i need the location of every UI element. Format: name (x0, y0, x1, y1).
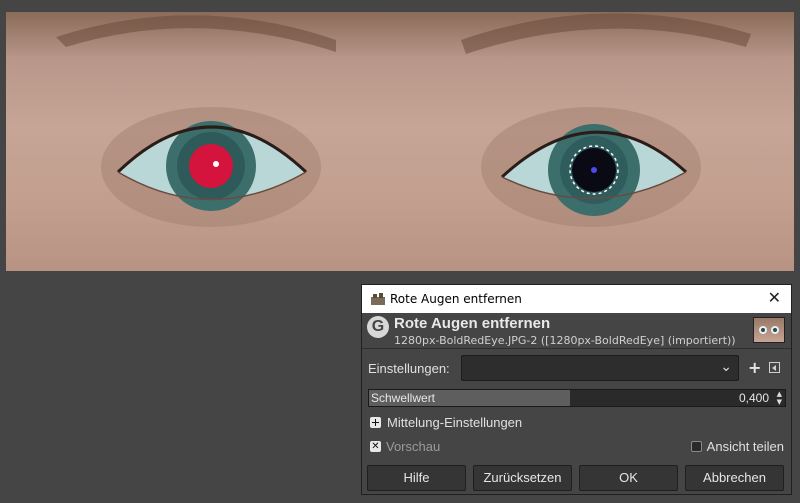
filter-title: Rote Augen entfernen (394, 315, 551, 332)
preset-menu-icon[interactable] (769, 362, 780, 373)
threshold-value: 0,400 (738, 391, 769, 405)
averaging-expander[interactable]: Mittelung-Einstellungen (370, 415, 522, 430)
plus-icon[interactable]: + (748, 358, 761, 377)
help-button[interactable]: Hilfe (367, 465, 466, 491)
threshold-slider[interactable]: Schwellwert 0,400 ▲ ▼ (368, 389, 786, 407)
left-eyebrow (56, 15, 336, 52)
red-pupil (189, 144, 233, 188)
preview-label: Vorschau (386, 439, 441, 454)
check-x-icon: ✕ (370, 441, 381, 452)
preview-checkbox[interactable]: ✕ Vorschau (370, 439, 440, 454)
cancel-button[interactable]: Abbrechen (685, 465, 784, 491)
image-subtitle: 1280px-BoldRedEye.JPG-2 ([1280px-BoldRed… (394, 334, 736, 347)
averaging-label: Mittelung-Einstellungen (387, 415, 523, 430)
presets-combobox[interactable]: ⌄ (461, 355, 739, 381)
split-view-label: Ansicht teilen (706, 439, 784, 454)
separator (362, 348, 791, 349)
close-icon[interactable]: ✕ (768, 290, 781, 306)
gimp-wilber-icon (371, 293, 385, 305)
image-thumbnail (753, 317, 785, 343)
split-view-checkbox[interactable]: Ansicht teilen (690, 439, 784, 454)
gimp-logo-icon: G (367, 316, 389, 338)
ok-button[interactable]: OK (579, 465, 678, 491)
presets-label: Einstellungen: (368, 361, 450, 376)
dialog-header: G Rote Augen entfernen 1280px-BoldRedEye… (362, 313, 791, 347)
window-title: Rote Augen entfernen (390, 292, 522, 306)
chevron-down-icon: ⌄ (720, 359, 732, 375)
right-eyebrow (461, 13, 751, 54)
face-photo (56, 13, 751, 227)
image-canvas[interactable] (6, 12, 794, 271)
reset-button[interactable]: Zurücksetzen (473, 465, 572, 491)
spin-arrows-icon[interactable]: ▲ ▼ (777, 390, 782, 406)
plus-box-icon (370, 417, 381, 428)
threshold-label: Schwellwert (371, 391, 436, 405)
checkbox-empty-icon (690, 441, 702, 452)
dialog-titlebar[interactable]: Rote Augen entfernen ✕ (362, 285, 791, 313)
red-eye-removal-dialog: Rote Augen entfernen ✕ G Rote Augen entf… (361, 284, 792, 495)
